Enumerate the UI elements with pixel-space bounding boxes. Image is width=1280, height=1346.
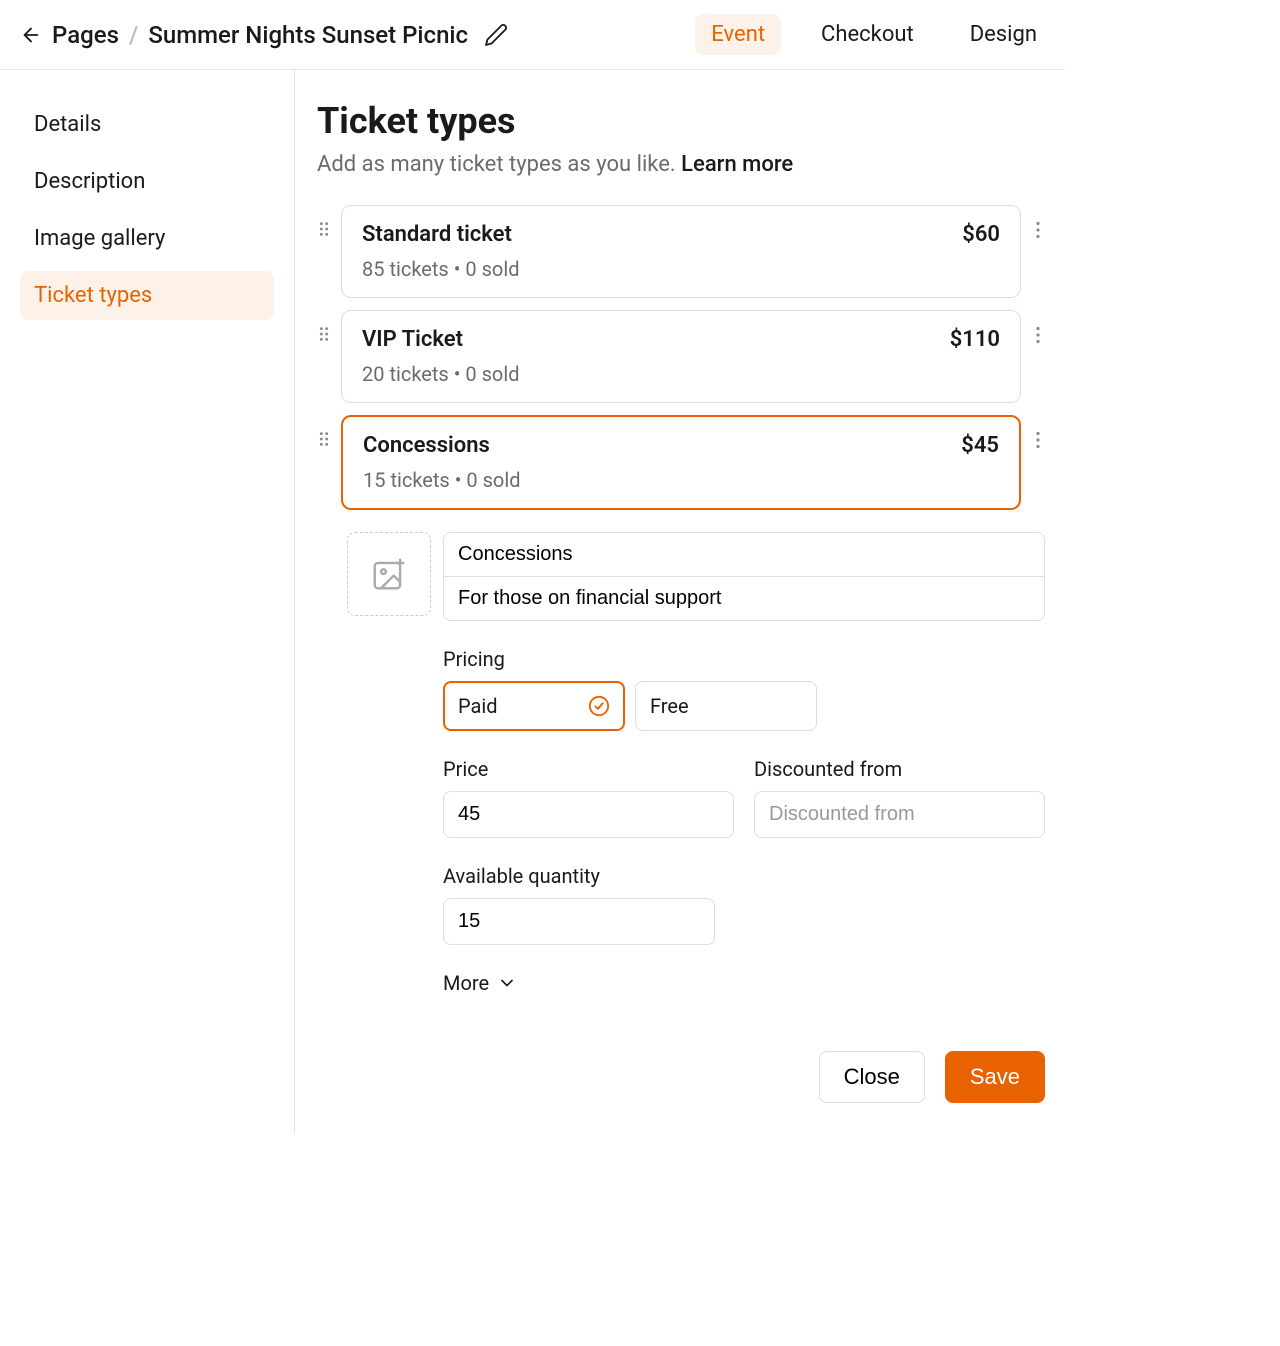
kebab-icon xyxy=(1035,431,1041,449)
arrow-left-icon xyxy=(20,24,42,46)
price-row: Price Discounted from xyxy=(443,757,1045,838)
ticket-row: Standard ticket $60 85 tickets • 0 sold xyxy=(317,205,1045,298)
name-desc-group xyxy=(443,532,1045,621)
ticket-price: $110 xyxy=(950,327,1000,352)
ticket-menu-button[interactable] xyxy=(1031,205,1045,239)
discount-input[interactable] xyxy=(754,791,1045,838)
sidebar-item-ticket-types[interactable]: Ticket types xyxy=(20,271,274,320)
ticket-card-top: Standard ticket $60 xyxy=(362,222,1000,247)
chevron-down-icon xyxy=(497,973,517,993)
back-button[interactable] xyxy=(20,24,42,46)
sidebar: Details Description Image gallery Ticket… xyxy=(0,70,295,1133)
page-title: Ticket types xyxy=(317,100,1045,142)
drag-handle-icon xyxy=(318,326,330,342)
ticket-sub: 15 tickets • 0 sold xyxy=(363,468,999,492)
pricing-label: Pricing xyxy=(443,647,1045,671)
sidebar-item-details[interactable]: Details xyxy=(20,100,274,149)
breadcrumb-wrap: Pages / Summer Nights Sunset Picnic xyxy=(20,21,508,49)
ticket-card-top: VIP Ticket $110 xyxy=(362,327,1000,352)
tab-event[interactable]: Event xyxy=(695,14,781,55)
ticket-card-vip[interactable]: VIP Ticket $110 20 tickets • 0 sold xyxy=(341,310,1021,403)
breadcrumb-root[interactable]: Pages xyxy=(52,21,119,49)
ticket-menu-button[interactable] xyxy=(1031,310,1045,344)
edit-title-button[interactable] xyxy=(484,23,508,47)
ticket-name-input[interactable] xyxy=(444,533,1044,576)
ticket-card-top: Concessions $45 xyxy=(363,433,999,458)
breadcrumb-title: Summer Nights Sunset Picnic xyxy=(148,21,468,49)
edit-top-row xyxy=(347,532,1045,621)
ticket-price: $45 xyxy=(961,433,999,458)
sidebar-item-description[interactable]: Description xyxy=(20,157,274,206)
price-input[interactable] xyxy=(443,791,734,838)
kebab-icon xyxy=(1035,326,1041,344)
check-circle-icon xyxy=(588,695,610,717)
ticket-sub: 20 tickets • 0 sold xyxy=(362,362,1000,386)
tab-checkout[interactable]: Checkout xyxy=(805,14,930,55)
more-toggle[interactable]: More xyxy=(443,971,1045,995)
sidebar-item-image-gallery[interactable]: Image gallery xyxy=(20,214,274,263)
drag-handle[interactable] xyxy=(317,415,331,447)
qty-input[interactable] xyxy=(443,898,715,945)
ticket-row: VIP Ticket $110 20 tickets • 0 sold xyxy=(317,310,1045,403)
drag-handle[interactable] xyxy=(317,310,331,342)
form-section: Pricing Paid Free Price xyxy=(443,647,1045,995)
drag-handle-icon xyxy=(318,431,330,447)
pricing-option-label: Paid xyxy=(458,694,498,718)
ticket-name: Standard ticket xyxy=(362,222,512,247)
qty-row: Available quantity xyxy=(443,864,1045,945)
qty-label: Available quantity xyxy=(443,864,1045,888)
ticket-sub: 85 tickets • 0 sold xyxy=(362,257,1000,281)
image-upload-button[interactable] xyxy=(347,532,431,616)
price-col: Price xyxy=(443,757,734,838)
close-button[interactable]: Close xyxy=(819,1051,925,1103)
page-description-text: Add as many ticket types as you like. xyxy=(317,152,681,177)
pricing-option-label: Free xyxy=(650,694,689,718)
main: Ticket types Add as many ticket types as… xyxy=(295,70,1065,1133)
ticket-price: $60 xyxy=(962,222,1000,247)
drag-handle-icon xyxy=(318,221,330,237)
header: Pages / Summer Nights Sunset Picnic Even… xyxy=(0,0,1065,70)
pricing-options: Paid Free xyxy=(443,681,1045,731)
kebab-icon xyxy=(1035,221,1041,239)
discount-col: Discounted from xyxy=(754,757,1045,838)
layout: Details Description Image gallery Ticket… xyxy=(0,70,1065,1133)
pricing-option-paid[interactable]: Paid xyxy=(443,681,625,731)
pencil-icon xyxy=(484,23,508,47)
discount-label: Discounted from xyxy=(754,757,1045,781)
drag-handle[interactable] xyxy=(317,205,331,237)
ticket-card-concessions[interactable]: Concessions $45 15 tickets • 0 sold xyxy=(341,415,1021,510)
breadcrumb-separator: / xyxy=(129,21,138,49)
footer-buttons: Close Save xyxy=(317,1051,1045,1103)
learn-more-link[interactable]: Learn more xyxy=(681,152,793,177)
edit-panel: Pricing Paid Free Price xyxy=(347,532,1045,995)
image-plus-icon xyxy=(370,555,408,593)
ticket-desc-input[interactable] xyxy=(444,577,1044,620)
ticket-name: VIP Ticket xyxy=(362,327,463,352)
more-label: More xyxy=(443,971,489,995)
save-button[interactable]: Save xyxy=(945,1051,1045,1103)
page-description: Add as many ticket types as you like. Le… xyxy=(317,152,1045,177)
pricing-option-free[interactable]: Free xyxy=(635,681,817,731)
ticket-name: Concessions xyxy=(363,433,490,458)
ticket-menu-button[interactable] xyxy=(1031,415,1045,449)
breadcrumb: Pages / Summer Nights Sunset Picnic xyxy=(52,21,468,49)
price-label: Price xyxy=(443,757,734,781)
ticket-card-standard[interactable]: Standard ticket $60 85 tickets • 0 sold xyxy=(341,205,1021,298)
header-tabs: Event Checkout Design xyxy=(695,14,1053,55)
tab-design[interactable]: Design xyxy=(954,14,1053,55)
ticket-row: Concessions $45 15 tickets • 0 sold xyxy=(317,415,1045,510)
